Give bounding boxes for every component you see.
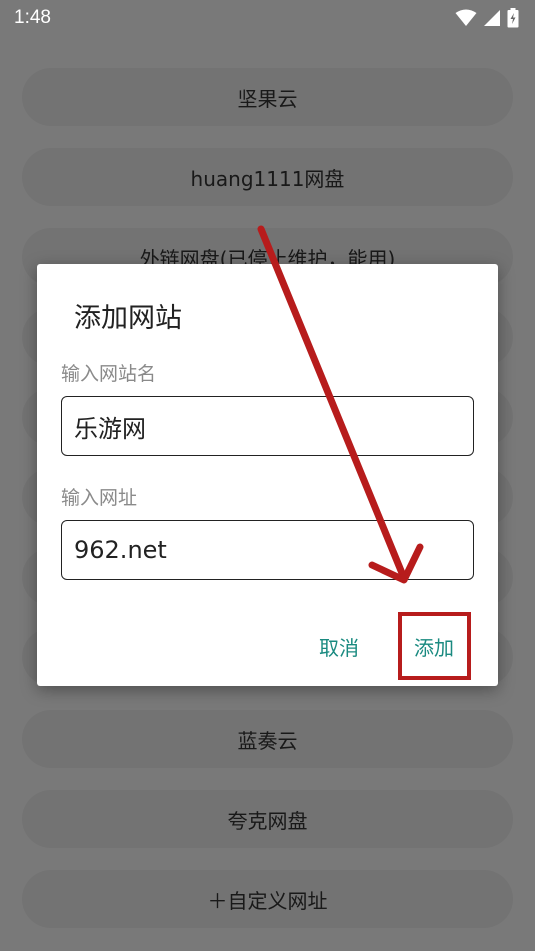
dialog-title: 添加网站 <box>74 303 182 334</box>
battery-icon <box>507 8 519 28</box>
highlight-box <box>398 612 471 680</box>
site-url-input[interactable]: 962.net <box>61 520 474 580</box>
signal-icon <box>484 10 500 26</box>
status-bar: 1:48 <box>0 0 535 36</box>
site-name-label: 输入网站名 <box>61 363 157 385</box>
site-url-label: 输入网址 <box>61 487 138 509</box>
site-name-value: 乐游网 <box>74 414 146 443</box>
add-site-dialog: 添加网站 输入网站名 乐游网 输入网址 962.net 取消 添加 <box>37 264 498 686</box>
status-time: 1:48 <box>14 7 51 28</box>
cancel-button[interactable]: 取消 <box>305 626 373 666</box>
site-url-value: 962.net <box>74 536 167 564</box>
site-name-input[interactable]: 乐游网 <box>61 396 474 456</box>
status-icons <box>455 8 519 28</box>
wifi-icon <box>455 9 477 26</box>
